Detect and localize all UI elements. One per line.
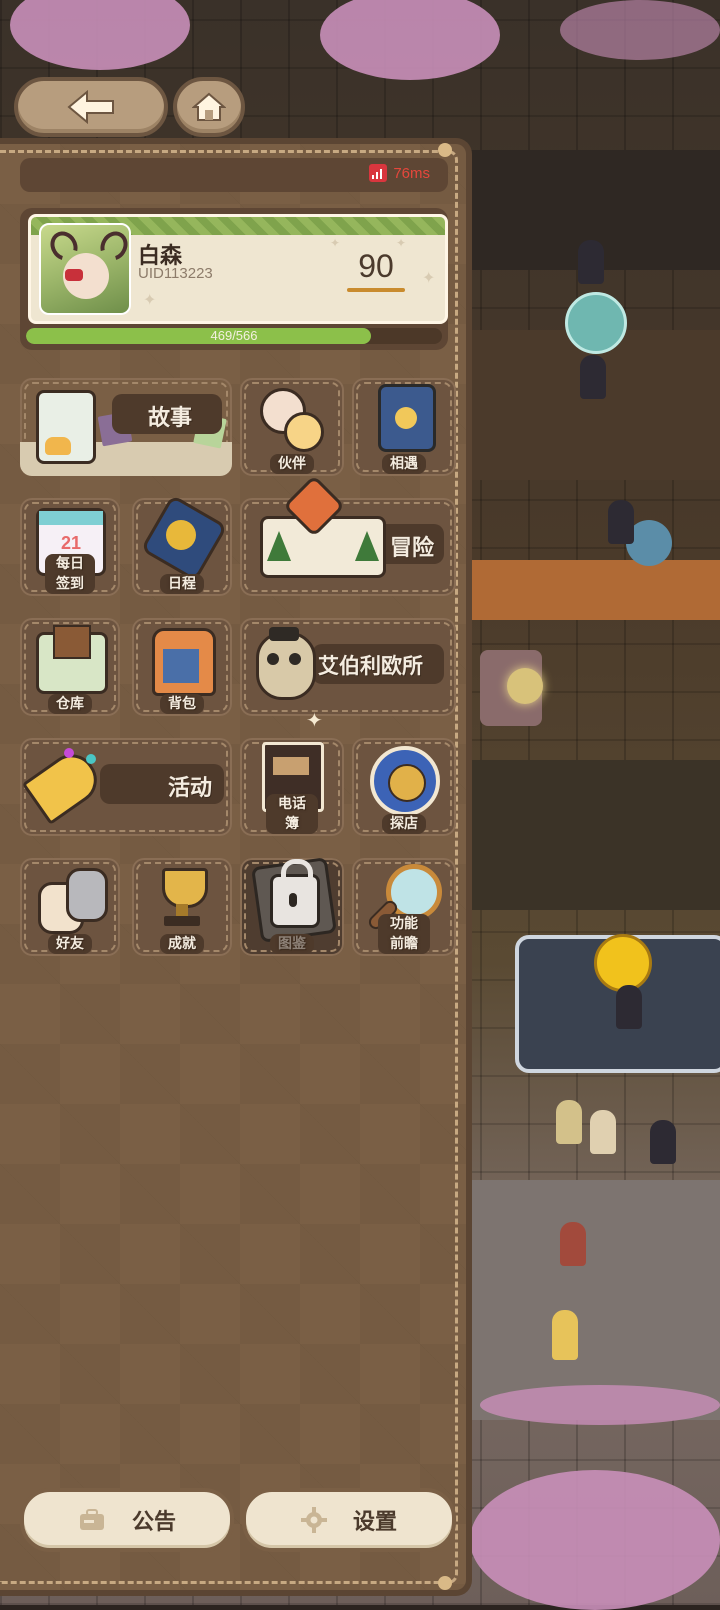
status-bar: 76ms bbox=[20, 158, 448, 192]
home-button[interactable] bbox=[173, 77, 245, 137]
story-tile[interactable]: 故事 bbox=[20, 378, 232, 476]
player-level-badge: 90 bbox=[336, 246, 416, 306]
partner-label: 伙伴 bbox=[270, 454, 314, 474]
npc-character[interactable] bbox=[650, 1120, 676, 1164]
encounter-label: 相遇 bbox=[382, 454, 426, 474]
npc-character[interactable] bbox=[608, 500, 634, 544]
shop-floor bbox=[470, 760, 720, 910]
trophy-icon bbox=[162, 868, 208, 908]
catalog-label: 图鉴 bbox=[270, 934, 314, 954]
blossom-tree bbox=[470, 1470, 720, 1610]
explore-shop-tile[interactable]: 探店 bbox=[352, 738, 456, 836]
panel-corner-dot bbox=[438, 1576, 452, 1590]
npc-character[interactable] bbox=[556, 1100, 582, 1144]
event-label: 活动 bbox=[168, 776, 213, 801]
gear-icon bbox=[300, 1507, 327, 1533]
adventure-tile[interactable]: 冒险 bbox=[240, 474, 456, 596]
daily-checkin-tile[interactable]: 21 每日签到 bbox=[20, 498, 120, 596]
back-arrow-icon bbox=[67, 90, 114, 124]
announcement-label: 公告 bbox=[131, 1510, 176, 1535]
settings-label: 设置 bbox=[352, 1510, 397, 1535]
latency-value: 76ms bbox=[393, 164, 430, 182]
npc-character[interactable] bbox=[552, 1310, 578, 1360]
schedule-label: 日程 bbox=[160, 574, 204, 594]
briefcase-icon bbox=[79, 1509, 104, 1530]
player-uid: UID113223 bbox=[138, 265, 213, 282]
event-tile[interactable]: 活动 bbox=[20, 738, 232, 836]
blossom-petals bbox=[480, 1385, 720, 1425]
announcement-button[interactable]: 公告 bbox=[20, 1488, 234, 1552]
achievements-tile[interactable]: 成就 bbox=[132, 858, 232, 956]
achievements-label: 成就 bbox=[160, 934, 204, 954]
owl-icon bbox=[256, 627, 316, 700]
feature-preview-tile[interactable]: 功能前瞻 bbox=[352, 858, 456, 956]
npc-character[interactable] bbox=[590, 1110, 616, 1154]
story-label: 故事 bbox=[148, 406, 193, 431]
catalog-tile[interactable]: 图鉴 bbox=[240, 857, 344, 956]
xp-progress-bar: 469/566 bbox=[26, 328, 442, 344]
warehouse-tile[interactable]: 仓库 bbox=[20, 618, 120, 716]
street bbox=[470, 1180, 720, 1420]
friends-label: 好友 bbox=[48, 934, 92, 954]
network-latency: 76ms bbox=[369, 164, 430, 182]
settings-button[interactable]: 设置 bbox=[242, 1488, 456, 1552]
abelio-office-tile[interactable]: 艾伯利欧所 bbox=[240, 618, 456, 716]
warehouse-icon bbox=[36, 625, 108, 694]
back-button[interactable] bbox=[14, 77, 168, 137]
npc-character[interactable] bbox=[578, 240, 604, 284]
friends-tile[interactable]: 好友 bbox=[20, 858, 120, 956]
backpack-icon bbox=[152, 628, 216, 696]
explore-shop-label: 探店 bbox=[382, 814, 426, 834]
blossom-tree bbox=[10, 0, 190, 70]
avatar[interactable] bbox=[39, 223, 131, 315]
sparkle-icon: ✦ bbox=[422, 268, 436, 287]
story-book-icon bbox=[36, 390, 96, 464]
explore-shop-icon bbox=[370, 746, 440, 816]
adventure-label: 冒险 bbox=[390, 536, 435, 561]
blossom-tree bbox=[320, 0, 500, 80]
phonebook-tile[interactable]: ✦ 电话簿 bbox=[240, 708, 344, 836]
player-level: 90 bbox=[358, 248, 394, 284]
schedule-tile[interactable]: 日程 bbox=[132, 494, 232, 596]
feature-preview-label: 功能前瞻 bbox=[378, 914, 430, 954]
sparkle-icon: ✦ bbox=[143, 290, 157, 309]
coffee-bubble-icon[interactable] bbox=[565, 292, 627, 354]
signal-icon bbox=[369, 164, 388, 182]
backpack-label: 背包 bbox=[160, 694, 204, 714]
encounter-phone-icon bbox=[378, 384, 436, 452]
home-icon bbox=[192, 92, 226, 121]
daily-checkin-label: 每日签到 bbox=[45, 554, 95, 594]
phonebook-label: 电话簿 bbox=[266, 794, 318, 834]
panel-corner-dot bbox=[438, 143, 452, 157]
encounter-tile[interactable]: 相遇 bbox=[352, 378, 456, 476]
player-character[interactable] bbox=[560, 1222, 586, 1266]
backpack-tile[interactable]: 背包 bbox=[132, 618, 232, 716]
abelio-office-label: 艾伯利欧所 bbox=[318, 654, 423, 678]
orb-icon bbox=[507, 668, 543, 704]
lock-icon bbox=[270, 859, 320, 928]
npc-character[interactable] bbox=[616, 985, 642, 1029]
warehouse-label: 仓库 bbox=[48, 694, 92, 714]
sparkle-icon: ✦ bbox=[306, 708, 323, 732]
xp-text: 469/566 bbox=[210, 328, 258, 343]
partner-tile[interactable]: 伙伴 bbox=[240, 378, 344, 476]
npc-character[interactable] bbox=[580, 355, 606, 399]
smile-emote-icon[interactable] bbox=[594, 934, 652, 992]
blossom-tree bbox=[560, 0, 720, 60]
wooden-crates bbox=[470, 560, 720, 620]
